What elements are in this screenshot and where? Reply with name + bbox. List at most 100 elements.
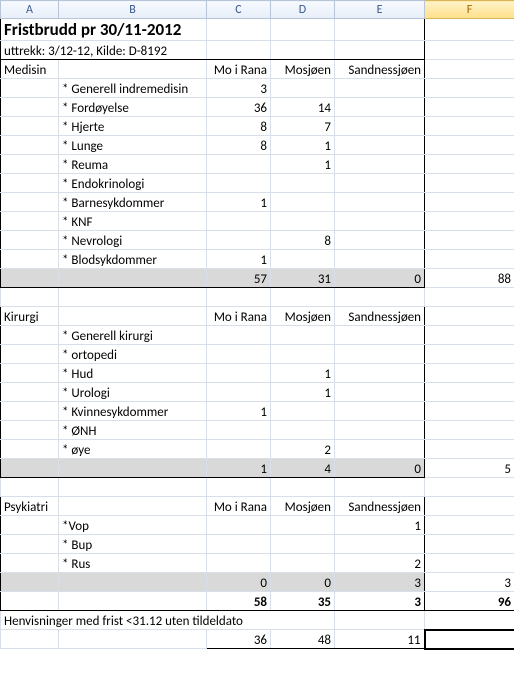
cell[interactable] [207,554,271,573]
kirurgi-subtotal-e: 0 [335,459,425,478]
col-header-a[interactable]: A [1,1,59,19]
cell[interactable] [271,402,335,421]
cell[interactable] [335,364,425,383]
cell[interactable] [335,231,425,250]
cell[interactable] [335,440,425,459]
cell[interactable] [207,516,271,535]
cell[interactable]: 36 [207,98,271,117]
row-label: * Hud [59,364,207,383]
cell[interactable] [207,364,271,383]
section-label-psykiatri: Psykiatri [1,497,59,516]
psykiatri-subtotal-e: 3 [335,573,425,592]
cell[interactable] [335,117,425,136]
cell[interactable] [335,98,425,117]
psykiatri-subtotal-d: 0 [271,573,335,592]
kirurgi-subtotal-d: 4 [271,459,335,478]
cell[interactable] [271,554,335,573]
row-label: * Hjerte [59,117,207,136]
cell[interactable] [271,193,335,212]
row-label: * øye [59,440,207,459]
cell[interactable] [335,250,425,269]
cell[interactable] [207,212,271,231]
cell[interactable] [271,212,335,231]
col-header-b[interactable]: B [59,1,207,19]
col-header-e[interactable]: E [335,1,425,19]
section-label-medisin: Medisin [1,60,59,79]
col-mosjoen-2: Mosjøen [271,307,335,326]
row-label: * Blodsykdommer [59,250,207,269]
row-label: * KNF [59,212,207,231]
cell[interactable] [271,326,335,345]
cell[interactable] [335,212,425,231]
cell[interactable] [335,383,425,402]
cell[interactable] [335,155,425,174]
cell[interactable]: 1 [271,136,335,155]
col-header-d[interactable]: D [271,1,335,19]
row-label: * ØNH [59,421,207,440]
cell[interactable] [207,155,271,174]
row-label: * Rus [59,554,207,573]
col-mo-i-rana-3: Mo i Rana [207,497,271,516]
cell[interactable]: 8 [207,136,271,155]
col-mosjoen: Mosjøen [271,60,335,79]
cell[interactable] [335,79,425,98]
cell[interactable] [335,174,425,193]
col-header-f[interactable]: F [425,1,514,19]
psykiatri-subtotal-f: 3 [425,573,514,592]
cell[interactable] [207,231,271,250]
cell[interactable]: 1 [271,155,335,174]
spreadsheet[interactable]: A B C D E F Fristbrudd pr 30/11-2012 utt… [0,0,514,650]
cell[interactable] [207,440,271,459]
medisin-subtotal-c: 57 [207,269,271,288]
col-mosjoen-3: Mosjøen [271,497,335,516]
cell[interactable] [335,421,425,440]
cell[interactable] [207,174,271,193]
cell[interactable]: 2 [335,554,425,573]
cell[interactable] [335,345,425,364]
cell[interactable] [335,326,425,345]
cell[interactable] [271,421,335,440]
subtitle: uttrekk: 3/12-12, Kilde: D-8192 [1,41,207,60]
cell[interactable] [271,250,335,269]
cell[interactable] [335,402,425,421]
cell[interactable] [207,421,271,440]
cell[interactable]: 3 [207,79,271,98]
cell[interactable] [207,535,271,554]
cell[interactable]: 2 [271,440,335,459]
cell[interactable]: 1 [271,383,335,402]
cell[interactable] [271,345,335,364]
cell[interactable] [207,383,271,402]
cell[interactable] [271,174,335,193]
cell[interactable] [207,345,271,364]
cell[interactable] [335,136,425,155]
col-header-c[interactable]: C [207,1,271,19]
cell[interactable]: 8 [271,231,335,250]
cell[interactable]: 14 [271,98,335,117]
row-label: * Lunge [59,136,207,155]
row-label: *Vop [59,516,207,535]
row-label: * Endokrinologi [59,174,207,193]
row-label: * Generell indremedisin [59,79,207,98]
column-headers: A B C D E F [1,1,514,19]
cell[interactable]: 1 [335,516,425,535]
cell[interactable] [207,326,271,345]
cell[interactable] [271,516,335,535]
grandtotal-d: 35 [271,592,335,611]
cell[interactable]: 7 [271,117,335,136]
cell[interactable] [271,79,335,98]
cell[interactable]: 1 [207,250,271,269]
cell[interactable] [271,535,335,554]
cell[interactable]: 1 [207,193,271,212]
page-title: Fristbrudd pr 30/11-2012 [1,19,207,41]
active-cell[interactable] [425,630,514,649]
cell[interactable] [335,535,425,554]
medisin-subtotal-f: 88 [425,269,514,288]
cell[interactable] [335,193,425,212]
section-label-kirurgi: Kirurgi [1,307,59,326]
col-sandnessjoen: Sandnessjøen [335,60,425,79]
cell[interactable]: 8 [207,117,271,136]
row-label: * Generell kirurgi [59,326,207,345]
cell[interactable]: 1 [271,364,335,383]
row-label: * Bup [59,535,207,554]
cell[interactable]: 1 [207,402,271,421]
